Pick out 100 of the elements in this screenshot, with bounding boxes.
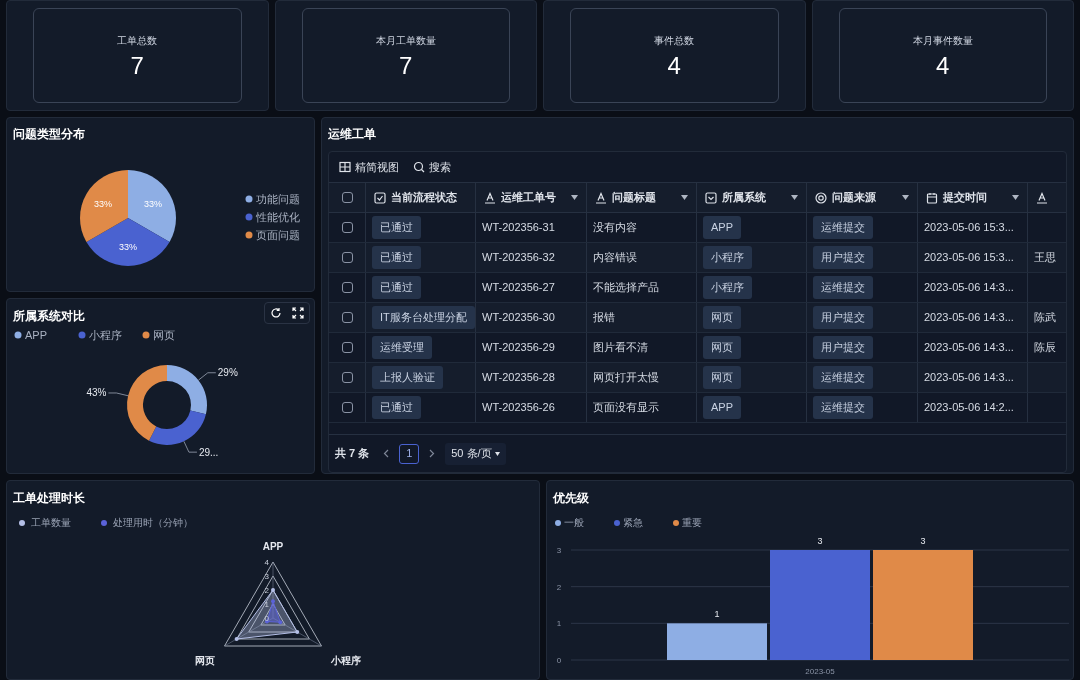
checkbox[interactable] xyxy=(341,372,353,383)
status-tag: 小程序 xyxy=(703,246,752,269)
status-tag: 运维提交 xyxy=(813,366,873,389)
stat-label: 本月事件数量 xyxy=(912,34,973,48)
stat-value: 7 xyxy=(130,54,144,78)
checkbox[interactable] xyxy=(341,282,353,293)
table-cell-text: 陈武 xyxy=(1034,310,1056,326)
table-cell-text: 陈辰 xyxy=(1034,340,1056,356)
table-row[interactable]: IT服务台处理分配 WT-202356-30 报错 网页 用户提交 2023-05-06 14:3... 陈武 xyxy=(329,303,1066,333)
legend-dot xyxy=(14,331,22,339)
tick-label: 1 xyxy=(264,600,269,609)
table-cell-text: WT-202356-31 xyxy=(482,220,555,236)
table-row[interactable]: 已通过 WT-202356-32 内容错误 小程序 用户提交 2023-05-06 15:3... 王思 xyxy=(329,243,1066,273)
checkbox[interactable] xyxy=(341,402,353,413)
leader-line xyxy=(198,372,217,381)
column-header[interactable]: 运维工单号 xyxy=(476,183,587,212)
status-tag: 运维提交 xyxy=(813,276,873,299)
sort-caret-icon xyxy=(902,195,909,200)
column-header[interactable]: 当前流程状态 xyxy=(366,183,476,212)
axis-label: APP xyxy=(262,541,284,552)
panel-title: 优先级 xyxy=(551,490,590,507)
table-row[interactable]: 已通过 WT-202356-31 没有内容 APP 运维提交 2023-05-06 15:3... xyxy=(329,213,1066,243)
table-row[interactable]: 已通过 WT-202356-26 页面没有显示 APP 运维提交 2023-05-06 14:2... xyxy=(329,393,1066,423)
sort-caret-icon xyxy=(1012,195,1019,200)
table-cell-text: WT-202356-32 xyxy=(482,250,555,266)
legend-label: 工单数量 xyxy=(31,516,71,530)
table-cell-text: WT-202356-28 xyxy=(482,370,555,386)
table-row[interactable]: 已通过 WT-202356-27 不能选择产品 小程序 运维提交 2023-05-06 14:3... xyxy=(329,273,1066,303)
column-header[interactable]: 问题来源 xyxy=(807,183,918,212)
table-cell-text: WT-202356-29 xyxy=(482,340,555,356)
legend-label: APP xyxy=(25,329,47,341)
slice-label: 33% xyxy=(94,198,113,209)
status-tag: 已通过 xyxy=(372,216,421,239)
column-header[interactable]: 所属系统 xyxy=(697,183,807,212)
table-cell-text: WT-202356-26 xyxy=(482,400,555,416)
checkbox[interactable] xyxy=(341,252,353,263)
grid-icon xyxy=(339,161,351,173)
panel-title: 工单处理时长 xyxy=(12,490,86,507)
legend-label: 处理用时（分钟） xyxy=(113,516,193,530)
tick-label: 2 xyxy=(264,586,269,595)
checkbox[interactable] xyxy=(341,342,353,353)
tick-label: 0 xyxy=(556,656,562,665)
prev-page-button[interactable] xyxy=(383,449,390,458)
checkbox[interactable] xyxy=(341,192,353,203)
expand-icon xyxy=(292,307,304,319)
column-header[interactable]: 问题标题 xyxy=(587,183,697,212)
next-page-button[interactable] xyxy=(429,449,436,458)
sort-caret-icon xyxy=(791,195,798,200)
checkbox[interactable] xyxy=(341,312,353,323)
table-cell-text: 内容错误 xyxy=(593,250,637,266)
table-cell-text: 2023-05-06 14:3... xyxy=(924,310,1014,326)
status-tag: 用户提交 xyxy=(813,306,873,329)
tick-label: 1 xyxy=(556,619,562,629)
status-tag: 用户提交 xyxy=(813,336,873,359)
stat-label: 工单总数 xyxy=(117,34,158,48)
status-tag: APP xyxy=(703,216,741,239)
status-tag: IT服务台处理分配 xyxy=(372,306,475,329)
leader-line xyxy=(108,392,129,397)
stat-value: 4 xyxy=(936,54,950,78)
table-cell-text: WT-202356-27 xyxy=(482,280,555,296)
chevron-right-icon xyxy=(429,449,436,458)
table-cell-text: 2023-05-06 14:3... xyxy=(924,340,1014,356)
legend-dot xyxy=(245,231,253,239)
toolbar-button[interactable]: 搜索 xyxy=(413,158,451,176)
status-tag: 网页 xyxy=(703,336,741,359)
segment-label: 29... xyxy=(198,446,219,458)
status-tag: 小程序 xyxy=(703,276,752,299)
text-type-icon xyxy=(484,191,496,204)
table-row[interactable]: 上报人验证 WT-202356-28 网页打开太慢 网页 运维提交 2023-05-06 14:3... xyxy=(329,363,1066,393)
legend-label: 一般 xyxy=(564,516,584,530)
stat-value: 4 xyxy=(667,54,681,78)
status-tag: 运维受理 xyxy=(372,336,432,359)
leader-line xyxy=(183,440,198,453)
table-cell-text: 报错 xyxy=(593,310,615,326)
radio-icon xyxy=(815,191,827,204)
status-tag: 运维提交 xyxy=(813,216,873,239)
legend-label: 小程序 xyxy=(89,329,122,341)
total-count: 共 7 条 xyxy=(335,446,370,462)
checkbox[interactable] xyxy=(341,222,353,233)
legend-dot xyxy=(78,331,86,339)
calendar-icon xyxy=(926,191,938,204)
sort-caret-icon xyxy=(571,195,578,200)
column-header[interactable]: 提交时间 xyxy=(918,183,1028,212)
text-type-icon xyxy=(595,191,607,204)
page-size-select[interactable]: 50 条/页 xyxy=(445,442,506,465)
table-cell-text: 2023-05-06 15:3... xyxy=(924,250,1014,266)
checkbox-icon xyxy=(374,191,386,204)
legend-label: 网页 xyxy=(153,329,175,341)
status-tag: 上报人验证 xyxy=(372,366,443,389)
caret-icon xyxy=(494,451,500,456)
table-row[interactable]: 运维受理 WT-202356-29 图片看不清 网页 用户提交 2023-05-06 14:3... 陈辰 xyxy=(329,333,1066,363)
segment-label: 43% xyxy=(86,387,107,399)
legend-dot xyxy=(245,213,253,221)
table-cell-text: 不能选择产品 xyxy=(593,280,659,296)
table-cell-text: 2023-05-06 14:3... xyxy=(924,370,1014,386)
category-label: 2023-05 xyxy=(805,667,835,676)
text-type-icon xyxy=(1036,191,1048,204)
page-button[interactable]: 1 xyxy=(399,443,420,464)
table-cell-text: 2023-05-06 14:2... xyxy=(924,400,1014,416)
toolbar-button[interactable]: 精简视图 xyxy=(339,158,399,176)
